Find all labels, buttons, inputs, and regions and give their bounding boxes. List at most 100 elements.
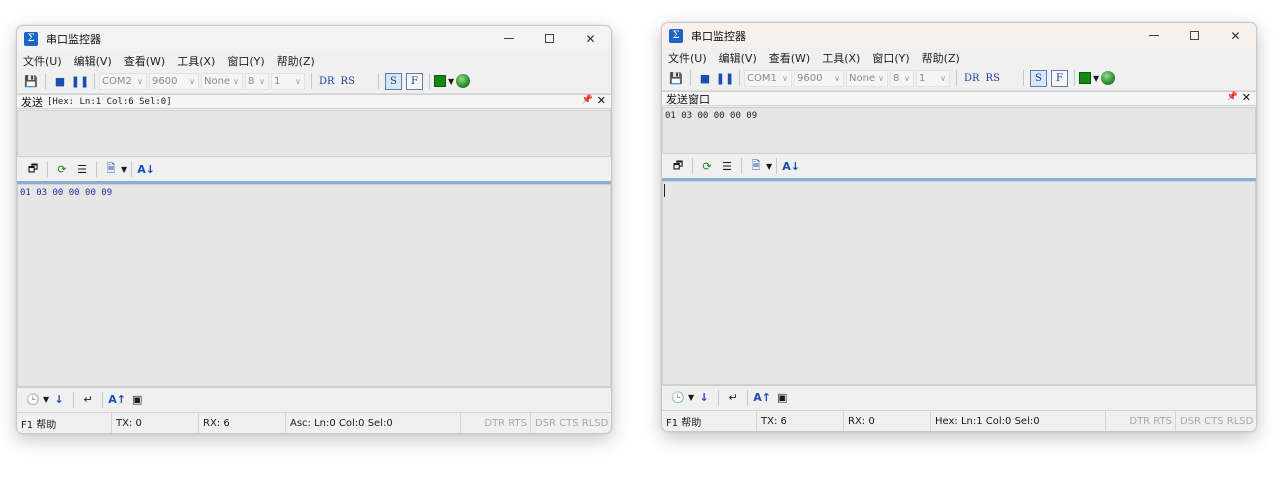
arrow-down-icon[interactable]: ↓ [696, 390, 712, 406]
window-icon[interactable]: ▣ [774, 390, 790, 406]
parity-select[interactable]: None ∨ [201, 72, 243, 90]
dr-toggle[interactable]: DR [319, 76, 335, 87]
minimize-button[interactable] [1133, 23, 1174, 48]
chevron-down-icon[interactable]: ▼ [121, 165, 127, 174]
enter-icon[interactable]: ↵ [80, 392, 96, 408]
status-rx: RX: 6 [199, 413, 286, 433]
parity-select[interactable]: None ∨ [846, 69, 888, 87]
save-icon[interactable]: 💾 [22, 72, 40, 90]
receive-area[interactable]: 01 03 00 00 00 09 [17, 184, 611, 387]
menu-tools[interactable]: 工具(X) [171, 53, 221, 69]
save-icon[interactable]: 💾 [667, 69, 685, 87]
databits-select[interactable]: 8 ∨ [245, 72, 269, 90]
green-led-icon[interactable] [1078, 72, 1091, 84]
receive-area[interactable] [662, 181, 1256, 385]
chevron-down-icon[interactable]: ▼ [43, 395, 49, 404]
menu-edit[interactable]: 编辑(V) [713, 50, 763, 66]
status-help: F1 帮助 [17, 413, 112, 433]
window-icon[interactable]: ▣ [129, 392, 145, 408]
close-button[interactable]: ✕ [570, 26, 611, 51]
s-mode-button[interactable]: S [384, 72, 402, 90]
stop-icon[interactable]: ■ [696, 69, 714, 87]
enter-icon[interactable]: ↵ [725, 390, 741, 406]
close-icon[interactable]: ✕ [1242, 91, 1251, 104]
port-select[interactable]: COM2 ∨ [99, 72, 147, 90]
menu-view[interactable]: 查看(W) [763, 50, 816, 66]
clock-icon[interactable]: 🕒 [25, 392, 41, 408]
font-icon[interactable]: A↓ [137, 161, 155, 177]
status-dsr-cts: DSR CTS RLSD [535, 417, 609, 429]
databits-select[interactable]: 8 ∨ [890, 69, 914, 87]
send-edit-area[interactable]: 01 03 00 00 00 09 [662, 107, 1256, 154]
receive-text: 01 03 00 00 00 09 [20, 188, 113, 198]
chevron-down-icon[interactable]: ▼ [448, 77, 454, 86]
title-bar[interactable]: Σ 串口监控器 ✕ [662, 23, 1256, 48]
file-icon[interactable]: 🗎 [748, 158, 764, 174]
status-dtr-rts: DTR RTS [461, 413, 531, 433]
clock-icon[interactable]: 🕒 [670, 390, 686, 406]
stopbits-select[interactable]: 1 ∨ [271, 72, 305, 90]
menu-view[interactable]: 查看(W) [118, 53, 171, 69]
rs-toggle[interactable]: RS [341, 76, 355, 87]
menu-tools[interactable]: 工具(X) [816, 50, 866, 66]
menu-window[interactable]: 窗口(Y) [866, 50, 915, 66]
chevron-down-icon[interactable]: ▼ [766, 162, 772, 171]
stopbits-select[interactable]: 1 ∨ [916, 69, 950, 87]
menu-help[interactable]: 帮助(Z) [271, 53, 321, 69]
panel-hint: [Hex: Ln:1 Col:6 Sel:0] [47, 96, 172, 107]
maximize-button[interactable] [1174, 23, 1215, 48]
font-icon[interactable]: A↓ [782, 158, 800, 174]
s-mode-button[interactable]: S [1029, 69, 1047, 87]
font-icon[interactable]: A↑ [753, 390, 771, 406]
f-mode-button[interactable]: F [405, 72, 423, 90]
send-edit-area[interactable] [17, 110, 611, 157]
status-dsr-cts: DSR CTS RLSD [1180, 415, 1254, 427]
menu-edit[interactable]: 编辑(V) [68, 53, 118, 69]
menu-help[interactable]: 帮助(Z) [916, 50, 966, 66]
menu-file[interactable]: 文件(U) [662, 50, 713, 66]
chevron-down-icon[interactable]: ▼ [688, 393, 694, 402]
dr-toggle[interactable]: DR [964, 73, 980, 84]
status-rx: RX: 0 [844, 411, 931, 431]
send-settings-icon[interactable]: 🗗 [25, 161, 41, 177]
file-icon[interactable]: 🗎 [103, 161, 119, 177]
send-text [18, 111, 610, 117]
port-select[interactable]: COM1 ∨ [744, 69, 792, 87]
menu-window[interactable]: 窗口(Y) [221, 53, 270, 69]
pause-icon[interactable]: ❚❚ [716, 69, 734, 87]
menu-bar: 文件(U) 编辑(V) 查看(W) 工具(X) 窗口(Y) 帮助(Z) [662, 49, 1256, 66]
status-bar: F1 帮助 TX: 0 RX: 6 Asc: Ln:0 Col:0 Sel:0 … [17, 412, 611, 433]
list-icon[interactable]: ☰ [719, 158, 735, 174]
pin-icon[interactable]: 📌 [582, 95, 593, 105]
stop-icon[interactable]: ■ [51, 72, 69, 90]
font-icon[interactable]: A↑ [108, 392, 126, 408]
main-toolbar: 💾 ■ ❚❚ COM2 ∨ 9600 ∨ None ∨ 8 ∨ 1 ∨ DR RS S F… [17, 69, 611, 94]
chevron-down-icon[interactable]: ▼ [1093, 74, 1099, 83]
arrow-down-icon[interactable]: ↓ [51, 392, 67, 408]
minimize-button[interactable] [488, 26, 529, 51]
globe-icon[interactable] [1101, 71, 1116, 85]
list-icon[interactable]: ☰ [74, 161, 90, 177]
title-bar[interactable]: Σ 串口监控器 ✕ [17, 26, 611, 51]
rs-toggle[interactable]: RS [986, 73, 1000, 84]
receive-text [663, 182, 1255, 188]
close-button[interactable]: ✕ [1215, 23, 1256, 48]
baud-select[interactable]: 9600 ∨ [149, 72, 199, 90]
close-icon[interactable]: ✕ [597, 94, 606, 107]
globe-icon[interactable] [456, 74, 471, 88]
baud-select[interactable]: 9600 ∨ [794, 69, 844, 87]
f-mode-button[interactable]: F [1050, 69, 1068, 87]
send-panel-title: 发送 [Hex: Ln:1 Col:6 Sel:0] 📌 ✕ [17, 94, 611, 109]
panel-title-text: 发送 [21, 95, 43, 109]
status-position: Asc: Ln:0 Col:0 Sel:0 [286, 413, 461, 433]
refresh-icon[interactable]: ⟳ [699, 158, 715, 174]
pause-icon[interactable]: ❚❚ [71, 72, 89, 90]
menu-file[interactable]: 文件(U) [17, 53, 68, 69]
send-settings-icon[interactable]: 🗗 [670, 158, 686, 174]
green-led-icon[interactable] [433, 75, 446, 87]
maximize-button[interactable] [529, 26, 570, 51]
refresh-icon[interactable]: ⟳ [54, 161, 70, 177]
status-position: Hex: Ln:1 Col:0 Sel:0 [931, 411, 1106, 431]
pin-icon[interactable]: 📌 [1227, 92, 1238, 102]
app-icon: Σ [24, 31, 38, 46]
